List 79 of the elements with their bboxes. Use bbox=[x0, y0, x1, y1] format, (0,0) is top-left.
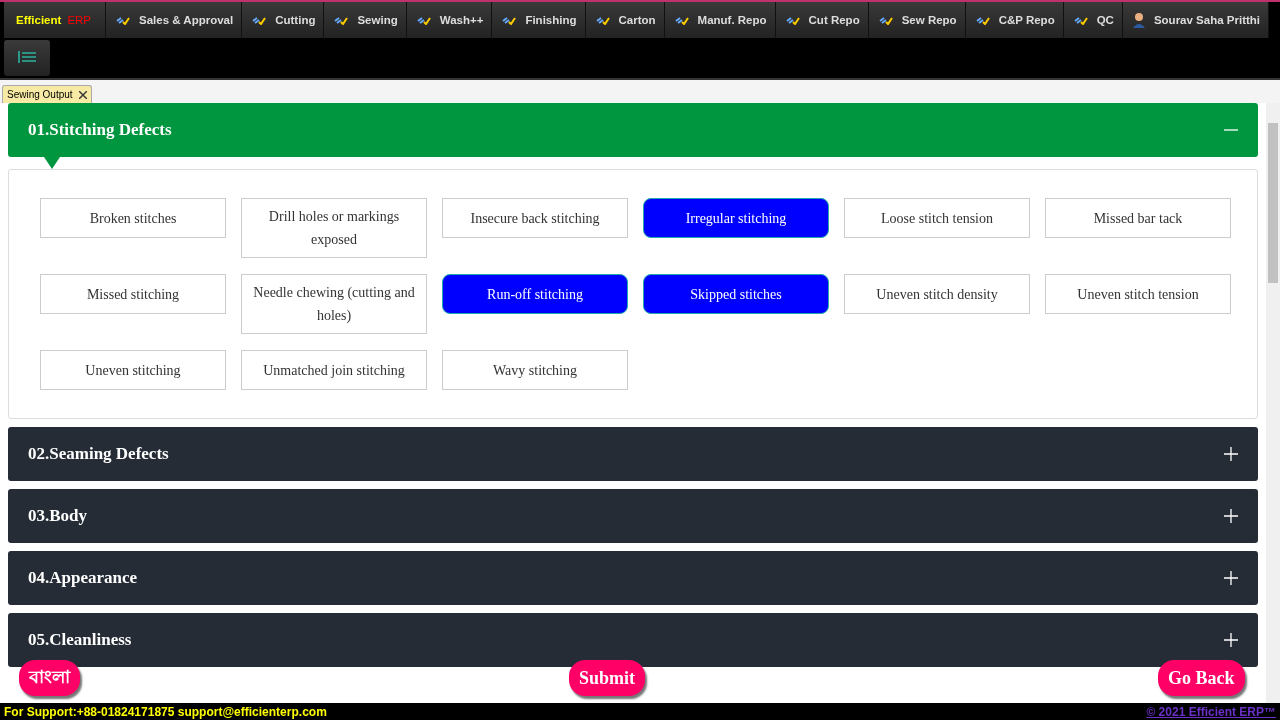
scrollbar[interactable] bbox=[1266, 103, 1280, 703]
defect-option[interactable]: Uneven stitching bbox=[40, 350, 226, 390]
arrows-check-icon bbox=[674, 15, 689, 25]
menu-button[interactable] bbox=[4, 40, 50, 76]
nav-menu-item[interactable]: Wash++ bbox=[406, 2, 493, 38]
close-icon[interactable] bbox=[78, 90, 87, 99]
nav-label: Finishing bbox=[525, 14, 577, 26]
nav-label: Sales & Approval bbox=[139, 14, 234, 26]
arrows-check-icon bbox=[334, 15, 349, 25]
nav-label: Manuf. Repo bbox=[697, 14, 767, 26]
nav-label: C&P Repo bbox=[998, 14, 1055, 26]
nav-label: Carton bbox=[618, 14, 656, 26]
plus-icon bbox=[1224, 447, 1238, 461]
nav-menu-item[interactable]: Finishing bbox=[492, 2, 586, 38]
arrows-check-icon bbox=[502, 15, 517, 25]
nav-label: Cutting bbox=[275, 14, 316, 26]
arrows-check-icon bbox=[878, 15, 893, 25]
menu-icon bbox=[18, 51, 36, 65]
section-header[interactable]: 01.Stitching Defects bbox=[8, 103, 1258, 157]
arrows-check-icon bbox=[416, 15, 431, 25]
nav-label: Wash++ bbox=[439, 14, 484, 26]
support-text: For Support:+88-01824171875 support@efficienterp.com bbox=[4, 704, 327, 719]
nav-menu-item[interactable]: Cutting bbox=[242, 2, 325, 38]
section-header[interactable]: 02.Seaming Defects bbox=[8, 427, 1258, 481]
section-header[interactable]: 05.Cleanliness bbox=[8, 613, 1258, 667]
defect-option[interactable]: Drill holes or markings exposed bbox=[241, 198, 427, 258]
defect-option[interactable]: Irregular stitching bbox=[643, 198, 829, 238]
arrows-check-icon bbox=[1073, 15, 1088, 25]
user-icon bbox=[1132, 12, 1145, 28]
defect-option[interactable]: Missed bar tack bbox=[1045, 198, 1231, 238]
section-header[interactable]: 03.Body bbox=[8, 489, 1258, 543]
nav-menu-item[interactable]: Sales & Approval bbox=[106, 2, 243, 38]
document-tab[interactable]: Sewing Output bbox=[2, 85, 92, 103]
nav-label: QC bbox=[1096, 14, 1114, 26]
user-name: Sourav Saha Pritthi bbox=[1153, 14, 1260, 26]
section-header[interactable]: 04.Appearance bbox=[8, 551, 1258, 605]
tab-label: Sewing Output bbox=[7, 89, 73, 100]
brand-text: ERP bbox=[67, 14, 92, 26]
defect-option[interactable]: Insecure back stitching bbox=[442, 198, 628, 238]
section-title: 04.Appearance bbox=[28, 568, 138, 588]
nav-menu-item[interactable]: QC bbox=[1063, 2, 1123, 38]
arrows-check-icon bbox=[975, 15, 990, 25]
nav-menu-item[interactable]: C&P Repo bbox=[965, 2, 1064, 38]
arrows-check-icon bbox=[116, 15, 131, 25]
plus-icon bbox=[1224, 571, 1238, 585]
plus-icon bbox=[1224, 509, 1238, 523]
defect-option[interactable]: Uneven stitch density bbox=[844, 274, 1030, 314]
defect-option[interactable]: Unmatched join stitching bbox=[241, 350, 427, 390]
nav-menu-item[interactable]: Carton bbox=[585, 2, 665, 38]
defect-option[interactable]: Needle chewing (cutting and holes) bbox=[241, 274, 427, 334]
arrows-check-icon bbox=[785, 15, 800, 25]
section-title: 05.Cleanliness bbox=[28, 630, 132, 650]
section-title: 01.Stitching Defects bbox=[28, 120, 172, 140]
go-back-button[interactable]: Go Back bbox=[1158, 660, 1245, 696]
plus-icon bbox=[1224, 633, 1238, 647]
nav-menu-item[interactable]: Cut Repo bbox=[775, 2, 869, 38]
defect-option[interactable]: Broken stitches bbox=[40, 198, 226, 238]
language-button[interactable]: বাংলা bbox=[19, 660, 80, 696]
defect-option[interactable]: Wavy stitching bbox=[442, 350, 628, 390]
nav-label: Sew Repo bbox=[901, 14, 957, 26]
nav-menu-item[interactable]: Sewing bbox=[324, 2, 407, 38]
nav-menu-item[interactable]: Manuf. Repo bbox=[664, 2, 776, 38]
defect-option[interactable]: Skipped stitches bbox=[643, 274, 829, 314]
defect-option[interactable]: Run-off stitching bbox=[442, 274, 628, 314]
nav-label: Cut Repo bbox=[808, 14, 860, 26]
section-title: 02.Seaming Defects bbox=[28, 444, 169, 464]
brand-text: Efficient bbox=[16, 14, 62, 26]
arrows-check-icon bbox=[595, 15, 610, 25]
user-menu[interactable]: Sourav Saha Pritthi bbox=[1122, 2, 1269, 38]
defect-option[interactable]: Missed stitching bbox=[40, 274, 226, 314]
submit-button[interactable]: Submit bbox=[569, 660, 646, 696]
section-title: 03.Body bbox=[28, 506, 88, 526]
nav-label: Sewing bbox=[357, 14, 398, 26]
pointer-arrow bbox=[44, 157, 60, 169]
brand-logo[interactable]: Efficient ERP bbox=[4, 2, 107, 38]
defect-option[interactable]: Uneven stitch tension bbox=[1045, 274, 1231, 314]
defect-option[interactable]: Loose stitch tension bbox=[844, 198, 1030, 238]
arrows-check-icon bbox=[252, 15, 267, 25]
nav-menu-item[interactable]: Sew Repo bbox=[868, 2, 966, 38]
